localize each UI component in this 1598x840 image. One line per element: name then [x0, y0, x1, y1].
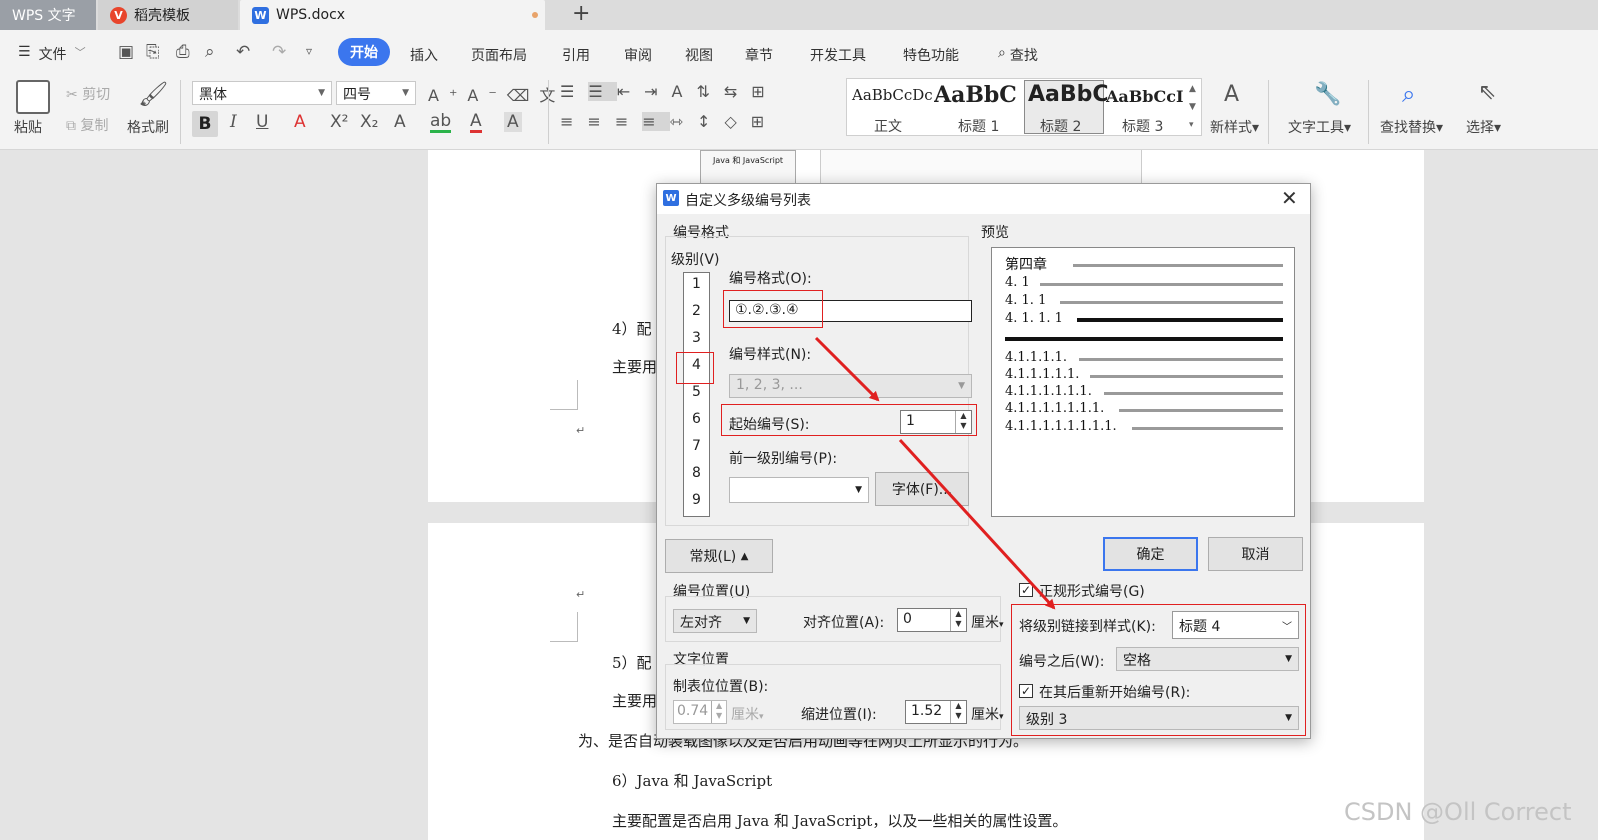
annotation-arrows: [814, 336, 1056, 610]
annotation-arrow: [898, 438, 1056, 610]
watermark: CSDN @Oll Correct: [1344, 798, 1572, 826]
annotation-arrow: [814, 336, 880, 402]
